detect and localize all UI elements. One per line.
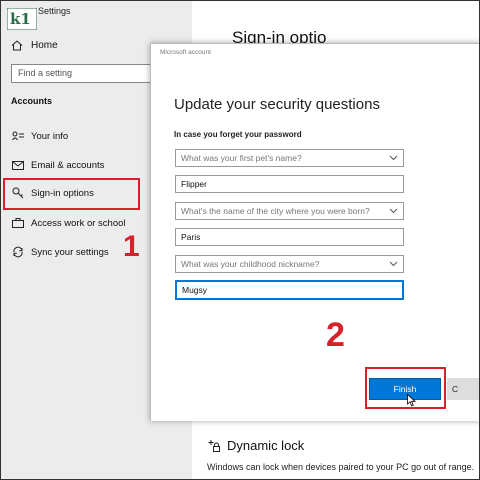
step-number-2: 2 — [326, 316, 345, 354]
briefcase-icon — [11, 217, 25, 229]
dynamic-lock-heading: Dynamic lock — [207, 438, 304, 453]
highlight-box-sign-in — [3, 178, 140, 210]
home-icon — [11, 40, 23, 51]
chevron-down-icon — [389, 208, 398, 214]
dynamic-lock-title: Dynamic lock — [227, 438, 305, 453]
question-3-placeholder: What was your childhood nickname? — [181, 259, 320, 269]
dialog-subheading: In case you forget your password — [174, 130, 302, 139]
sidebar-item-sync[interactable]: Sync your settings — [11, 246, 109, 258]
sidebar-item-label: Sync your settings — [31, 246, 109, 258]
person-card-icon — [11, 130, 25, 142]
question-2-placeholder: What's the name of the city where you we… — [181, 206, 370, 216]
svg-text:k1: k1 — [10, 10, 31, 28]
answer-3-input[interactable]: Mugsy — [175, 280, 404, 300]
dynamic-lock-description: Windows can lock when devices paired to … — [207, 462, 475, 472]
dialog-window-title: Microsoft account — [160, 49, 211, 56]
sync-icon — [11, 246, 25, 258]
dialog-heading: Update your security questions — [174, 96, 380, 113]
window-title: Settings — [38, 6, 71, 16]
mail-icon — [11, 159, 25, 171]
sidebar-item-email-accounts[interactable]: Email & accounts — [11, 159, 104, 171]
security-questions-dialog: Microsoft account Update your security q… — [150, 43, 480, 421]
highlight-box-finish — [365, 367, 446, 409]
cancel-button[interactable]: C — [447, 378, 480, 400]
sidebar-item-access-work[interactable]: Access work or school — [11, 217, 126, 229]
sidebar-item-label: Email & accounts — [31, 159, 105, 171]
sidebar-item-your-info[interactable]: Your info — [11, 130, 68, 142]
step-number-1: 1 — [123, 230, 140, 263]
sidebar-item-label: Access work or school — [31, 217, 126, 229]
question-2-select[interactable]: What's the name of the city where you we… — [175, 202, 404, 220]
answer-1-input[interactable]: Flipper — [175, 175, 404, 193]
chevron-down-icon — [389, 155, 398, 161]
mouse-cursor-icon — [407, 394, 416, 407]
logo-icon: k1 — [7, 8, 37, 30]
sidebar-item-label: Your info — [31, 130, 69, 142]
question-1-placeholder: What was your first pet's name? — [181, 153, 302, 163]
question-1-select[interactable]: What was your first pet's name? — [175, 149, 404, 167]
answer-2-input[interactable]: Paris — [175, 228, 404, 246]
chevron-down-icon — [389, 261, 398, 267]
sidebar-item-home[interactable]: Home — [11, 40, 58, 51]
sidebar-item-label: Home — [31, 40, 58, 51]
question-3-select[interactable]: What was your childhood nickname? — [175, 255, 404, 273]
sparkle-lock-icon — [208, 439, 220, 452]
section-heading: Accounts — [11, 96, 53, 106]
